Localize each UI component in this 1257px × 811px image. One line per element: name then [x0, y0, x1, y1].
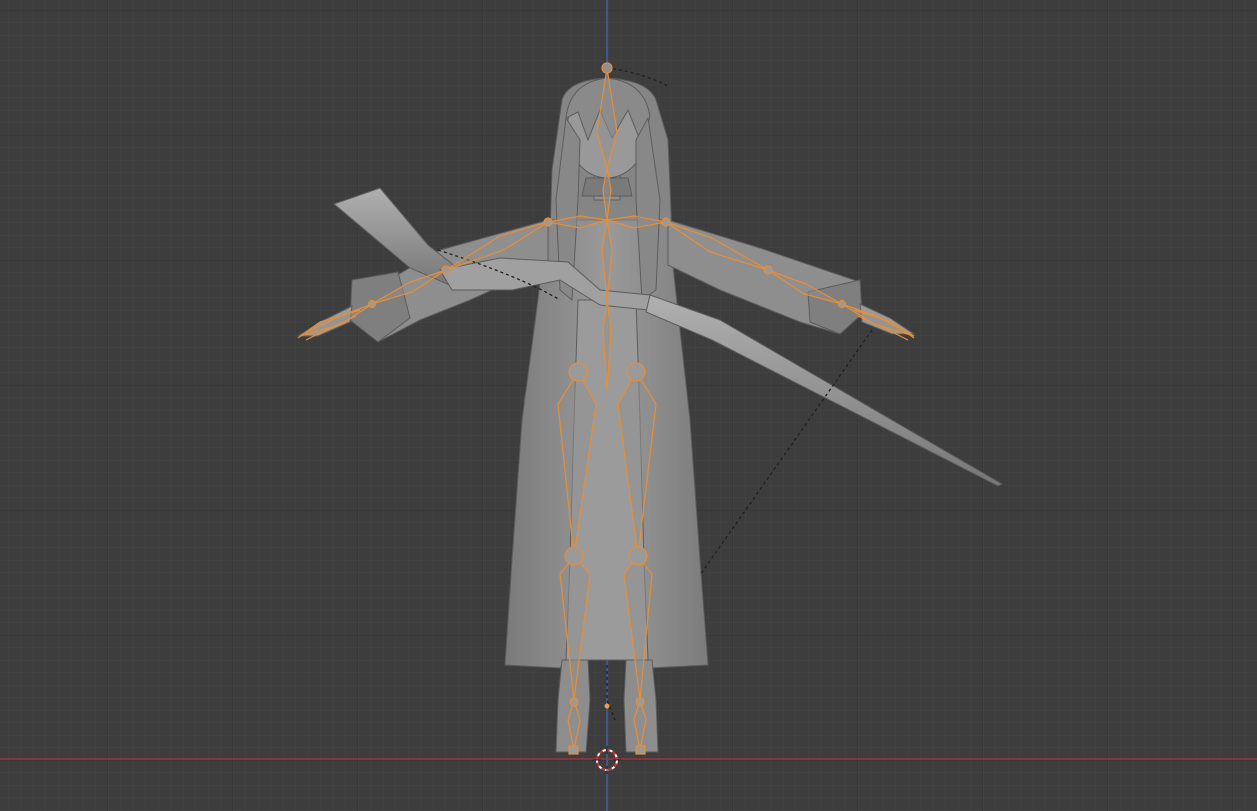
joint-shoulder-left[interactable]	[543, 217, 553, 227]
joint-hip-left[interactable]	[568, 362, 588, 382]
joint-ankle-left[interactable]	[569, 697, 579, 707]
3d-viewport[interactable]	[0, 0, 1257, 811]
joint-wrist-left[interactable]	[367, 299, 377, 309]
bone-head-tip[interactable]	[601, 62, 613, 74]
joint-hip-right[interactable]	[626, 362, 646, 382]
joint-knee-right[interactable]	[628, 546, 648, 566]
joint-wrist-right[interactable]	[837, 299, 847, 309]
joint-knee-left[interactable]	[564, 546, 584, 566]
joint-elbow-left[interactable]	[441, 265, 451, 275]
joint-shoulder-right[interactable]	[661, 217, 671, 227]
joint-toe-right[interactable]	[635, 745, 646, 755]
origin-dot-icon	[604, 703, 610, 709]
joint-elbow-right[interactable]	[763, 265, 773, 275]
joint-ankle-right[interactable]	[635, 697, 645, 707]
joint-toe-left[interactable]	[568, 745, 579, 755]
